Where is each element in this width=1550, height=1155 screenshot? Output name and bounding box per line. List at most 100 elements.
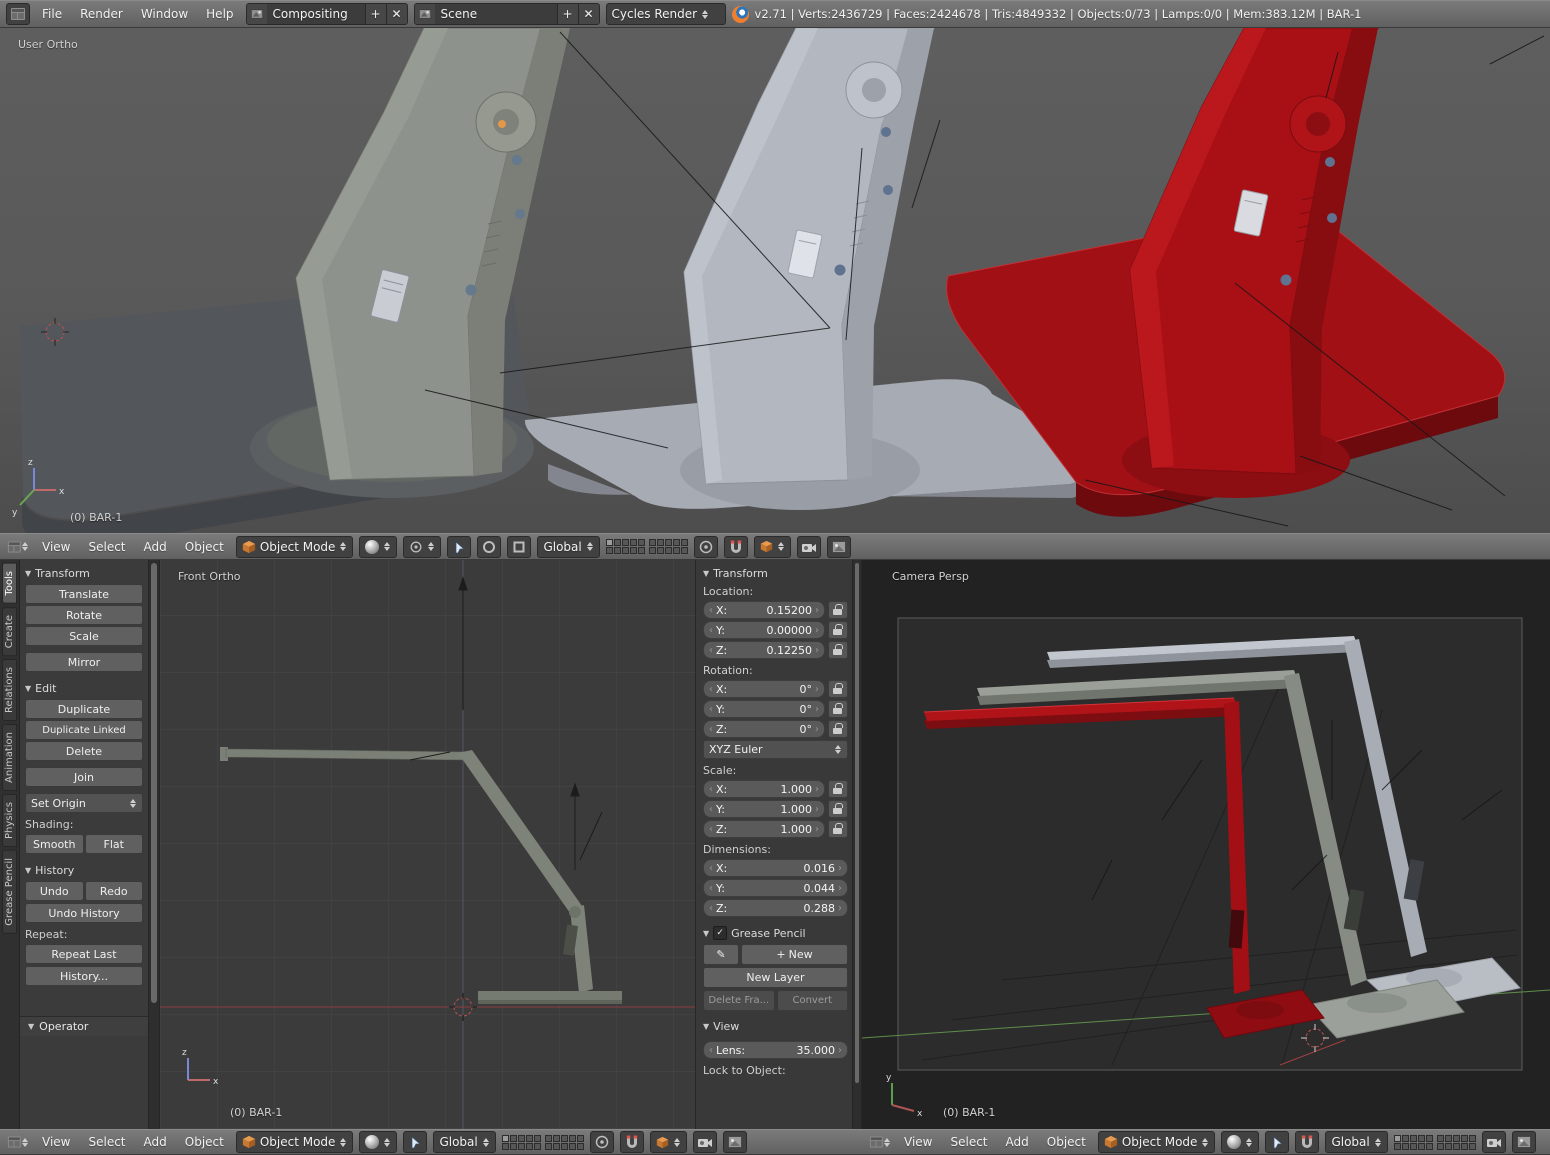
panel-header-grease-pencil[interactable]: ▼ ✓ Grease Pencil xyxy=(703,926,848,940)
mode-selector[interactable]: Object Mode xyxy=(235,1131,354,1153)
menu-help[interactable]: Help xyxy=(200,7,239,21)
snap-magnet-button[interactable] xyxy=(723,535,748,558)
panel-header-operator[interactable]: ▼ Operator xyxy=(20,1016,148,1036)
menu-select[interactable]: Select xyxy=(82,540,131,554)
lock-icon[interactable] xyxy=(828,820,848,838)
lock-icon[interactable] xyxy=(828,641,848,659)
mode-selector[interactable]: Object Mode xyxy=(1097,1131,1216,1153)
convert-button[interactable]: Convert xyxy=(776,990,848,1011)
browse-scene-icon[interactable] xyxy=(414,4,435,24)
redo-button[interactable]: Redo xyxy=(84,881,143,901)
tab-relations[interactable]: Relations xyxy=(2,658,17,721)
lock-icon[interactable] xyxy=(828,680,848,698)
tab-animation[interactable]: Animation xyxy=(2,723,17,791)
layers-widget[interactable] xyxy=(1393,1134,1476,1150)
panel-header-view[interactable]: ▼ View xyxy=(703,1020,848,1033)
menu-render[interactable]: Render xyxy=(74,7,129,21)
lock-icon[interactable] xyxy=(828,700,848,718)
add-screen-button[interactable]: + xyxy=(364,4,386,24)
rotation-mode-selector[interactable]: XYZ Euler xyxy=(703,740,848,759)
mode-selector[interactable]: Object Mode xyxy=(235,535,354,558)
delete-button[interactable]: Delete xyxy=(25,741,143,761)
set-origin-selector[interactable]: Set Origin xyxy=(25,793,143,813)
flat-button[interactable]: Flat xyxy=(84,834,143,854)
opengl-render-anim-button[interactable] xyxy=(1511,1131,1536,1153)
proportional-edit-button[interactable] xyxy=(589,1131,614,1153)
menu-select[interactable]: Select xyxy=(82,1135,131,1149)
layers-widget[interactable] xyxy=(605,539,688,554)
browse-screen-icon[interactable] xyxy=(246,4,267,24)
viewport-user-ortho[interactable]: z x y xyxy=(0,28,1550,533)
scale-y-field[interactable]: Y:1.000 xyxy=(703,800,825,818)
rotation-z-field[interactable]: Z:0° xyxy=(703,720,825,738)
tab-create[interactable]: Create xyxy=(2,606,17,656)
viewport-shading-selector[interactable] xyxy=(359,535,398,558)
mirror-button[interactable]: Mirror xyxy=(25,652,143,672)
render-engine-selector[interactable]: Cycles Render xyxy=(605,3,726,25)
dimensions-x-field[interactable]: X:0.016 xyxy=(703,859,848,877)
snap-target-selector[interactable] xyxy=(649,1131,687,1153)
delete-frame-button[interactable]: Delete Fra... xyxy=(703,990,775,1011)
lock-icon[interactable] xyxy=(828,621,848,639)
panel-header-history[interactable]: ▼ History xyxy=(25,864,143,877)
scale-button[interactable]: Scale xyxy=(25,626,143,646)
lock-icon[interactable] xyxy=(828,800,848,818)
undo-history-button[interactable]: Undo History xyxy=(25,903,143,923)
menu-window[interactable]: Window xyxy=(135,7,194,21)
menu-add[interactable]: Add xyxy=(138,540,173,554)
screen-layout-name[interactable]: Compositing xyxy=(267,4,365,24)
snap-magnet-button[interactable] xyxy=(1295,1131,1320,1153)
opengl-render-anim-button[interactable] xyxy=(722,1131,747,1153)
editor-type-icon[interactable] xyxy=(6,536,30,558)
lens-field[interactable]: Lens:35.000 xyxy=(703,1041,848,1059)
menu-object[interactable]: Object xyxy=(179,1135,230,1149)
translate-button[interactable]: Translate xyxy=(25,584,143,604)
manipulator-scale-button[interactable] xyxy=(507,535,532,558)
lock-icon[interactable] xyxy=(828,720,848,738)
viewport-front-ortho[interactable]: zx xyxy=(160,560,695,1129)
opengl-render-button[interactable] xyxy=(1481,1131,1506,1153)
rotate-button[interactable]: Rotate xyxy=(25,605,143,625)
repeat-last-button[interactable]: Repeat Last xyxy=(25,944,143,964)
duplicate-button[interactable]: Duplicate xyxy=(25,699,143,719)
pivot-selector[interactable] xyxy=(403,535,442,558)
editor-type-icon[interactable] xyxy=(6,1131,30,1153)
properties-scrollbar[interactable] xyxy=(852,560,862,1129)
close-scene-button[interactable]: ✕ xyxy=(577,4,599,24)
history-button[interactable]: History... xyxy=(25,966,143,986)
menu-view[interactable]: View xyxy=(898,1135,938,1149)
viewport-shading-selector[interactable] xyxy=(1221,1131,1260,1153)
panel-header-transform[interactable]: ▼ Transform xyxy=(703,567,848,580)
orientation-selector[interactable]: Global xyxy=(1325,1131,1388,1153)
orientation-selector[interactable]: Global xyxy=(537,535,600,558)
layers-widget[interactable] xyxy=(501,1134,584,1150)
rotation-y-field[interactable]: Y:0° xyxy=(703,700,825,718)
duplicate-linked-button[interactable]: Duplicate Linked xyxy=(25,720,143,740)
manipulator-translate-button[interactable] xyxy=(1265,1131,1290,1153)
snap-target-selector[interactable] xyxy=(753,535,791,558)
opengl-render-button[interactable] xyxy=(692,1131,717,1153)
proportional-edit-button[interactable] xyxy=(693,535,718,558)
viewport-shading-selector[interactable] xyxy=(359,1131,398,1153)
lock-icon[interactable] xyxy=(828,601,848,619)
editor-type-icon[interactable] xyxy=(6,3,30,25)
grease-pencil-draw-button[interactable]: ✎ xyxy=(703,944,739,965)
close-screen-button[interactable]: ✕ xyxy=(385,4,407,24)
menu-view[interactable]: View xyxy=(36,540,76,554)
dimensions-y-field[interactable]: Y:0.044 xyxy=(703,879,848,897)
panel-header-edit[interactable]: ▼ Edit xyxy=(25,682,143,695)
join-button[interactable]: Join xyxy=(25,767,143,787)
tab-physics[interactable]: Physics xyxy=(2,793,17,847)
scale-z-field[interactable]: Z:1.000 xyxy=(703,820,825,838)
panel-header-transform[interactable]: ▼ Transform xyxy=(25,567,143,580)
undo-button[interactable]: Undo xyxy=(25,881,84,901)
lock-icon[interactable] xyxy=(828,780,848,798)
tab-tools[interactable]: Tools xyxy=(2,563,17,604)
tab-grease-pencil[interactable]: Grease Pencil xyxy=(2,849,17,934)
scene-name[interactable]: Scene xyxy=(435,4,557,24)
manipulator-translate-button[interactable] xyxy=(403,1131,428,1153)
menu-object[interactable]: Object xyxy=(1041,1135,1092,1149)
editor-type-icon[interactable] xyxy=(868,1131,892,1153)
viewport-camera-persp[interactable]: yx xyxy=(862,560,1550,1129)
menu-select[interactable]: Select xyxy=(944,1135,993,1149)
